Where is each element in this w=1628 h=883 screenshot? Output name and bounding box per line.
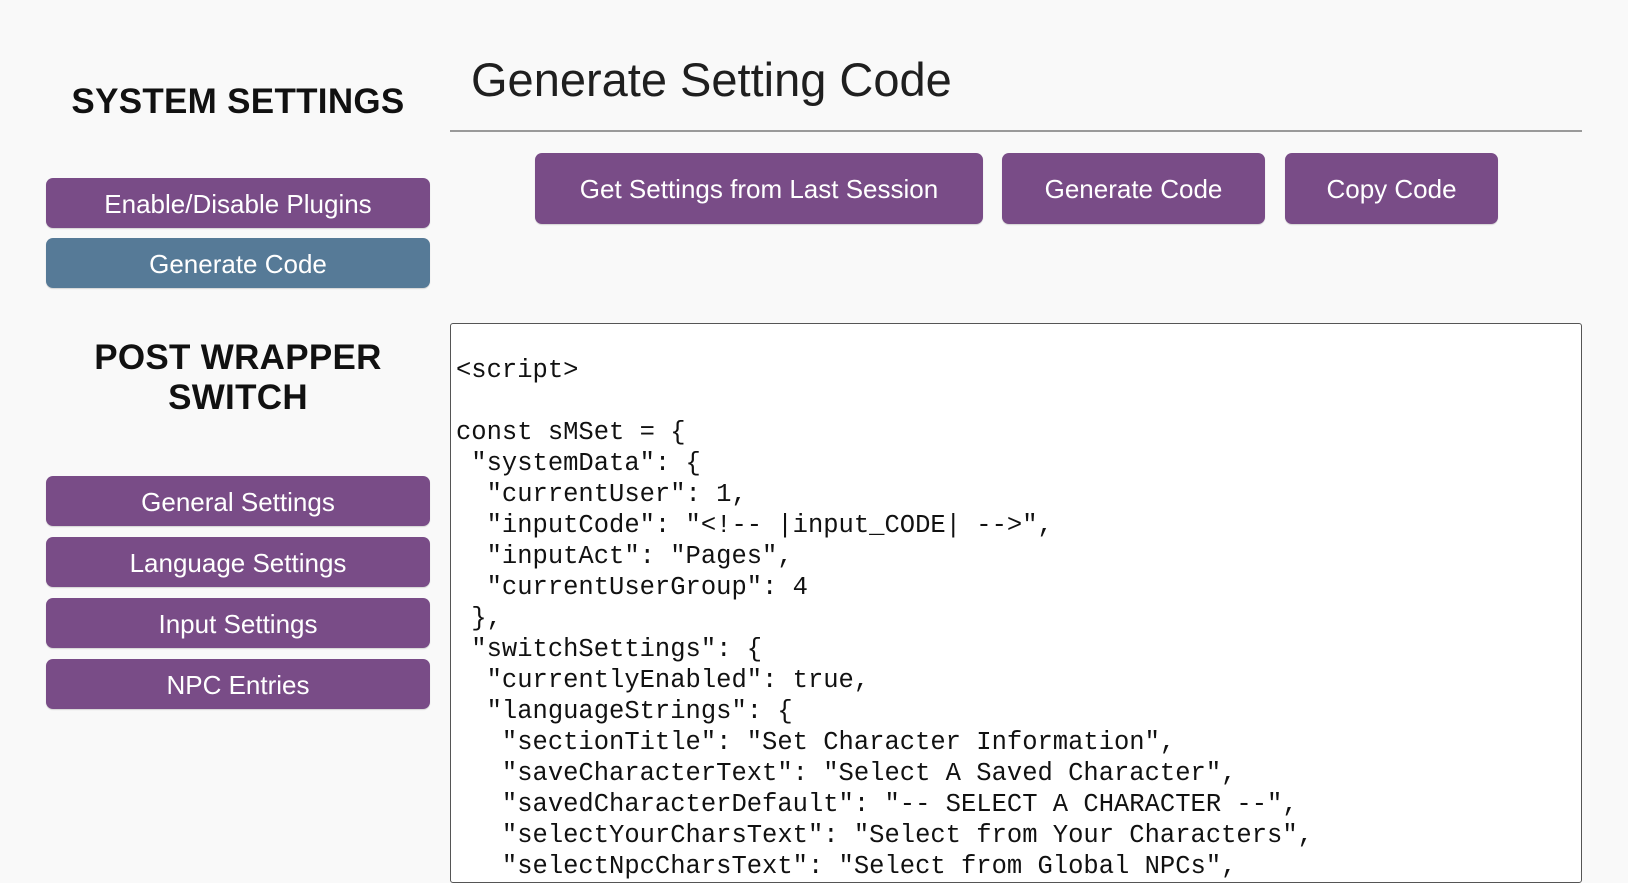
code-line: "currentUser": 1, [456, 480, 747, 509]
code-line: <script> [456, 356, 579, 385]
page-title: Generate Setting Code [471, 53, 952, 106]
sidebar-item-input-settings[interactable]: Input Settings [46, 598, 430, 648]
code-line: "sectionTitle": "Set Character Informati… [456, 728, 1176, 757]
generate-code-button[interactable]: Generate Code [1002, 153, 1265, 224]
sidebar-item-generate-code[interactable]: Generate Code [46, 238, 430, 288]
code-line: "selectNpcCharsText": "Select from Globa… [456, 852, 1237, 881]
code-line: "inputAct": "Pages", [456, 542, 793, 571]
code-line: "inputCode": "<!-- |input_CODE| -->", [456, 511, 1053, 540]
sidebar-item-general-settings[interactable]: General Settings [46, 476, 430, 526]
system-settings-heading: SYSTEM SETTINGS [71, 82, 405, 121]
sidebar-item-language-settings[interactable]: Language Settings [46, 537, 430, 587]
code-line: "currentUserGroup": 4 [456, 573, 808, 602]
sidebar-item-enable-disable-plugins[interactable]: Enable/Disable Plugins [46, 178, 430, 228]
code-line: "savedCharacterDefault": "-- SELECT A CH… [456, 790, 1298, 819]
code-line: "currentlyEnabled": true, [456, 666, 870, 695]
code-line: "systemData": { [456, 449, 701, 478]
code-line: "switchSettings": { [456, 635, 763, 664]
code-line: "languageStrings": { [456, 697, 793, 726]
copy-code-button[interactable]: Copy Code [1285, 153, 1498, 224]
code-line: const sMSet = { [456, 418, 686, 447]
code-output-text: <script> const sMSet = { "systemData": { … [451, 324, 1581, 882]
get-settings-from-last-session-button[interactable]: Get Settings from Last Session [535, 153, 983, 224]
code-line: }, [456, 604, 502, 633]
post-heading-line2: SWITCH [168, 378, 308, 417]
post-heading-line1: POST WRAPPER [94, 338, 382, 377]
code-line: "saveCharacterText": "Select A Saved Cha… [456, 759, 1237, 788]
title-divider [450, 130, 1582, 132]
post-wrapper-switch-heading: POST WRAPPER SWITCH [46, 338, 430, 418]
code-line: "selectYourCharsText": "Select from Your… [456, 821, 1313, 850]
sidebar-item-npc-entries[interactable]: NPC Entries [46, 659, 430, 709]
code-output-textarea[interactable]: <script> const sMSet = { "systemData": { … [450, 323, 1582, 883]
